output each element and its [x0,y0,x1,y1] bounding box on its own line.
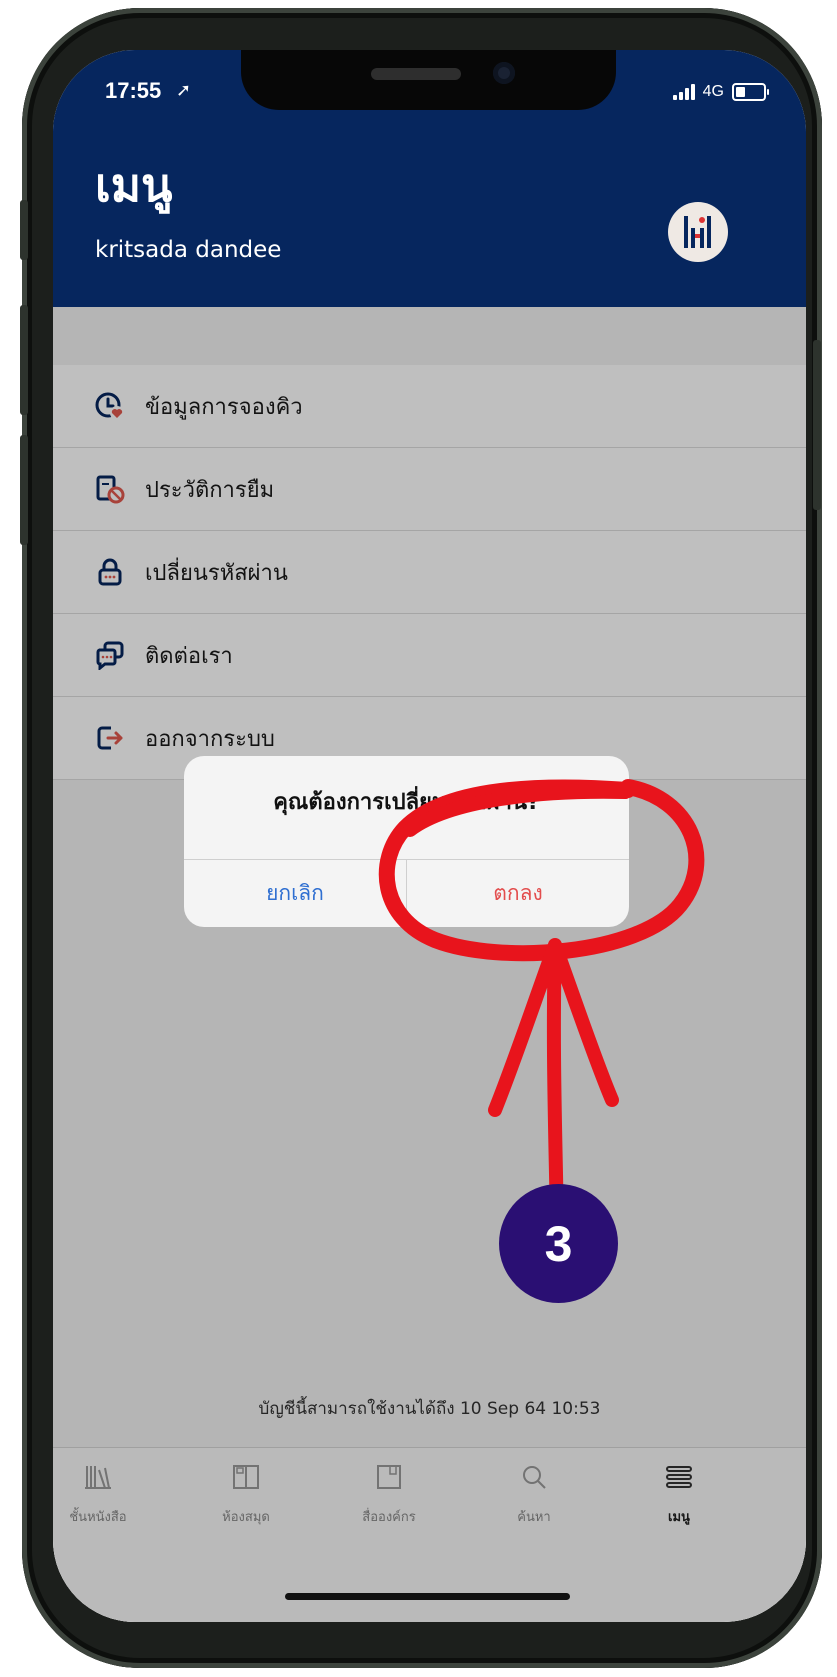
tutorial-annotation [378,779,705,1237]
step-number-badge: 3 [499,1184,618,1303]
